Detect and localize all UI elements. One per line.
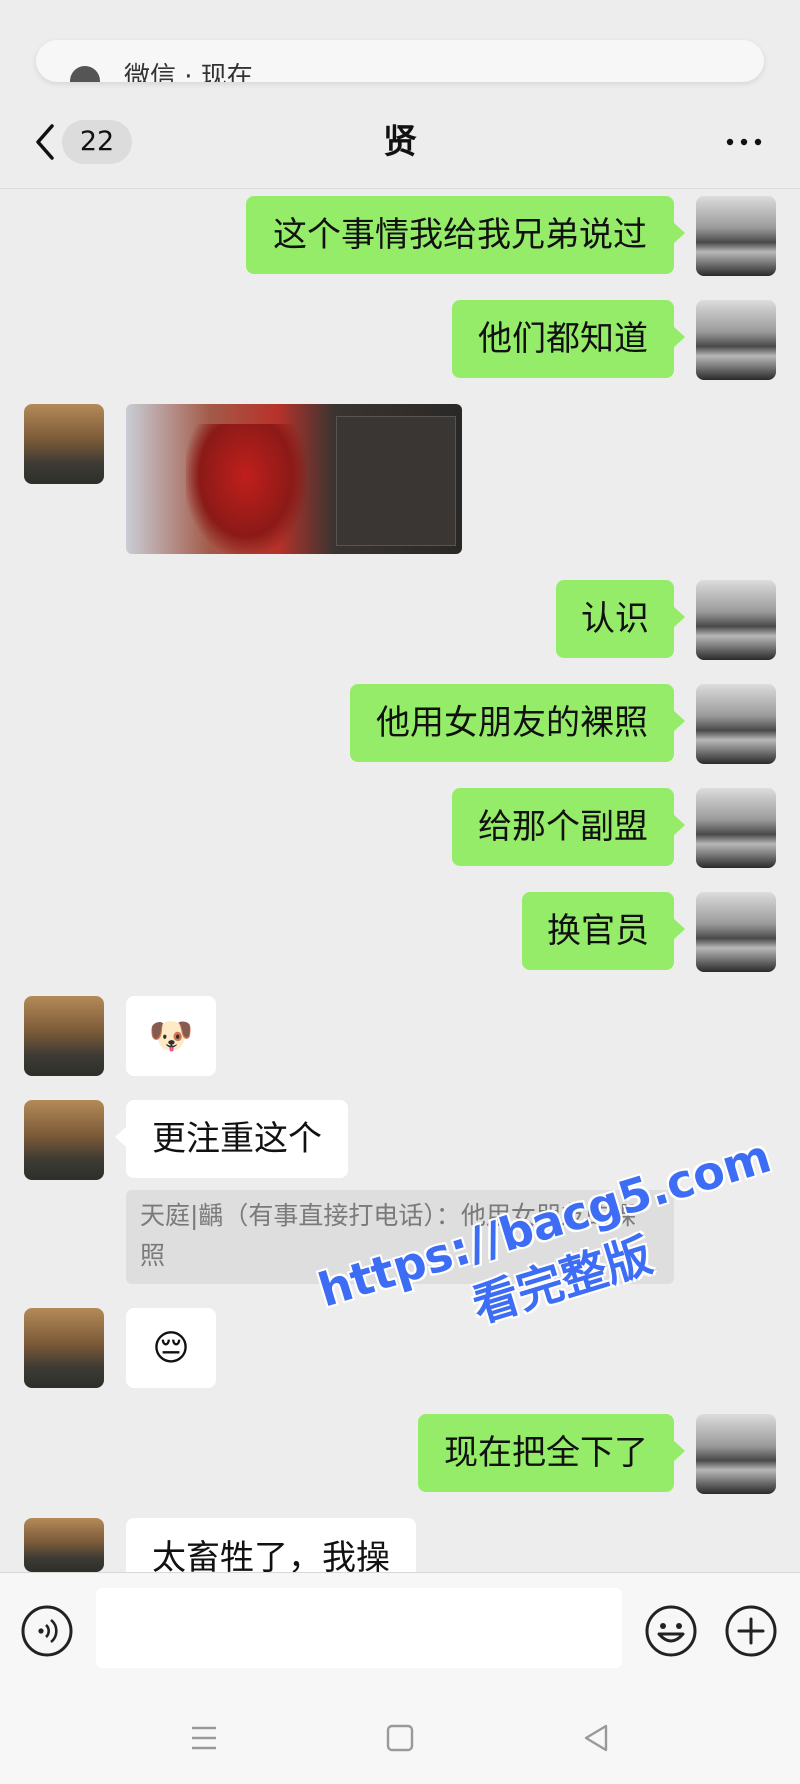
my-avatar[interactable]	[696, 196, 776, 276]
unread-count-badge[interactable]: 22	[62, 120, 132, 164]
contact-avatar[interactable]	[24, 1518, 104, 1572]
message-input[interactable]	[96, 1588, 622, 1668]
back-arrow-icon[interactable]	[28, 120, 64, 164]
more-dots-icon[interactable]	[724, 130, 764, 154]
message-bubble-outgoing[interactable]: 他们都知道	[452, 300, 685, 378]
voice-icon[interactable]	[20, 1604, 74, 1658]
message-bubble-outgoing[interactable]: 给那个副盟	[452, 788, 685, 866]
menu-icon[interactable]	[184, 1718, 224, 1758]
message-bubble-outgoing[interactable]: 这个事情我给我兄弟说过	[246, 196, 685, 274]
message-bubble-outgoing[interactable]: 他用女朋友的裸照	[350, 684, 685, 762]
my-avatar[interactable]	[696, 684, 776, 764]
my-avatar[interactable]	[696, 892, 776, 972]
image-panel	[336, 416, 456, 546]
sticker-message[interactable]: 😔	[126, 1308, 216, 1388]
wechat-icon	[70, 66, 100, 82]
contact-avatar[interactable]	[24, 1308, 104, 1388]
message-bubble-outgoing[interactable]: 换官员	[522, 892, 685, 970]
chat-title: 贤	[383, 122, 417, 162]
my-avatar[interactable]	[696, 788, 776, 868]
home-icon[interactable]	[380, 1718, 420, 1758]
contact-avatar[interactable]	[24, 404, 104, 484]
watermark: https://bacg5.com 看完整版	[311, 1126, 800, 1455]
message-bubble-outgoing[interactable]: 认识	[556, 580, 685, 658]
my-avatar[interactable]	[696, 580, 776, 660]
notification-text: 微信 · 现在	[124, 62, 253, 82]
message-bubble-incoming[interactable]: 太畜牲了，我操	[126, 1518, 416, 1572]
notification-banner[interactable]: 微信 · 现在	[36, 40, 764, 82]
my-avatar[interactable]	[696, 300, 776, 380]
sticker-message[interactable]: 🐶	[126, 996, 216, 1076]
image-message[interactable]	[126, 404, 462, 554]
contact-avatar[interactable]	[24, 1100, 104, 1180]
image-figure	[186, 424, 306, 554]
my-avatar[interactable]	[696, 1414, 776, 1494]
back-nav-icon[interactable]	[576, 1718, 616, 1758]
plus-icon[interactable]	[724, 1604, 778, 1658]
contact-avatar[interactable]	[24, 996, 104, 1076]
message-bubble-outgoing[interactable]: 现在把全下了	[418, 1414, 685, 1492]
message-bubble-incoming[interactable]: 更注重这个	[115, 1100, 348, 1178]
system-nav-bar	[0, 1692, 800, 1784]
quoted-message[interactable]: 天庭|齲（有事直接打电话）：他用女朋友的裸照	[126, 1190, 674, 1284]
emoji-icon[interactable]	[644, 1604, 698, 1658]
